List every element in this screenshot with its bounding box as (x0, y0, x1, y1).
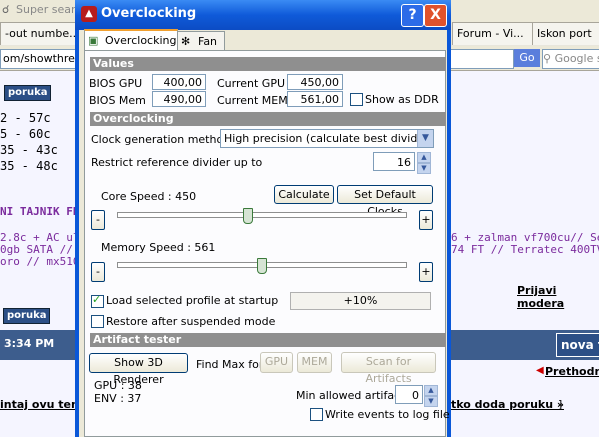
spin-up-icon[interactable]: ▲ (417, 152, 431, 163)
browser-tab[interactable]: Iskon port (532, 22, 599, 45)
arrow-left-icon: ◀ (536, 365, 544, 376)
temp-line: 35 - 43c (0, 143, 58, 157)
title-bar[interactable]: ▲ Overclocking ? X (75, 0, 451, 30)
min-allowed-label: Min allowed artifacts (296, 389, 411, 402)
min-allowed-field[interactable]: 0 (395, 385, 423, 404)
core-speed-slider-thumb[interactable] (242, 208, 253, 224)
current-gpu-field[interactable]: 450,00 (287, 74, 343, 90)
video-card-icon: ▣ (88, 34, 99, 47)
clock-method-select[interactable]: High precision (calculate best divider) … (220, 129, 434, 148)
new-topic-button[interactable]: nova t (556, 333, 599, 357)
reply-button[interactable]: poruka (3, 308, 51, 324)
current-gpu-label: Current GPU (217, 77, 286, 90)
memory-speed-slider-thumb[interactable] (257, 258, 267, 274)
memory-plus-button[interactable]: + (419, 262, 433, 282)
bracket: ] (558, 398, 563, 411)
signature-line: oro // mx510 (0, 255, 80, 268)
load-profile-label: Load selected profile at startup (106, 294, 279, 307)
env-artifact-count: ENV : 37 (94, 392, 142, 405)
restrict-spinner[interactable]: ▲ ▼ (417, 152, 431, 174)
close-button[interactable]: X (424, 4, 447, 27)
scan-artifacts-button[interactable]: Scan for Artifacts (341, 352, 436, 385)
write-events-checkbox[interactable] (310, 408, 323, 421)
bios-mem-field[interactable]: 490,00 (152, 91, 206, 107)
clock-method-value: High precision (calculate best divider) (224, 132, 433, 145)
memory-speed-label: Memory Speed : 561 (101, 241, 216, 254)
thread-link[interactable]: intaj ovu tem (0, 398, 82, 411)
reply-link[interactable]: tko doda poruku » (451, 398, 564, 411)
artifact-tester-header: Artifact tester (90, 333, 446, 347)
profile-percent-display: +10% (290, 292, 431, 310)
overclocking-header: Overclocking (90, 112, 446, 126)
spin-up-icon[interactable]: ▲ (424, 385, 438, 396)
bios-mem-label: BIOS Mem (89, 94, 146, 107)
dialog-title: Overclocking (101, 6, 197, 21)
browser-tab[interactable]: -out numbe... (0, 22, 80, 45)
current-mem-field[interactable]: 561,00 (287, 91, 343, 107)
find-max-label: Find Max for (196, 358, 264, 371)
core-speed-slider[interactable] (117, 212, 407, 218)
min-allowed-spinner[interactable]: ▲ ▼ (424, 385, 438, 407)
core-speed-label: Core Speed : 450 (101, 190, 197, 203)
show-3d-renderer-button[interactable]: Show 3D Renderer (89, 353, 188, 386)
load-profile-checkbox[interactable]: ✓ (91, 293, 104, 308)
core-plus-button[interactable]: + (419, 210, 433, 230)
temp-line: 2 - 57c (0, 111, 51, 125)
previous-link[interactable]: Prethodn (545, 365, 599, 378)
restrict-field[interactable]: 16 (373, 152, 415, 171)
tab-fan-label: Fan (198, 35, 218, 48)
signature-line: 74 FT // Terratec 400TV // (451, 243, 599, 256)
current-mem-label: Current MEM (217, 94, 288, 107)
spin-down-icon[interactable]: ▼ (417, 163, 431, 174)
overclocking-dialog: ▲ Overclocking ? X ▣ Overclocking ✻ Fan … (75, 0, 451, 437)
find-max-mem-button[interactable]: MEM (297, 352, 332, 373)
bios-gpu-field[interactable]: 400,00 (152, 74, 206, 90)
memory-minus-button[interactable]: - (91, 262, 105, 282)
temp-line: 5 - 60c (0, 127, 51, 141)
tab-fan[interactable]: ✻ Fan (177, 31, 225, 52)
show-ddr-label: Show as DDR (365, 93, 439, 106)
restrict-label: Restrict reference divider up to (91, 156, 263, 169)
dialog-body: ▣ Overclocking ✻ Fan Values BIOS GPU 400… (79, 29, 450, 437)
gpu-artifact-count: GPU : 38 (94, 379, 142, 392)
browser-tab[interactable]: Forum - Vi... (452, 22, 534, 45)
core-minus-button[interactable]: - (91, 210, 105, 230)
show-ddr-checkbox[interactable] (350, 93, 363, 106)
reply-button[interactable]: poruka (4, 85, 52, 101)
temp-line: 35 - 48c (0, 159, 58, 173)
write-events-label: Write events to log file (325, 408, 450, 421)
bios-gpu-label: BIOS GPU (89, 77, 143, 90)
spin-down-icon[interactable]: ▼ (424, 396, 438, 407)
post-time: 3:34 PM (4, 337, 55, 350)
google-search-input[interactable]: ⚲ Google s (542, 49, 599, 69)
clock-method-label: Clock generation method (91, 133, 231, 146)
calculate-button[interactable]: Calculate (274, 185, 334, 204)
tab-overclocking-label: Overclocking (105, 34, 177, 47)
app-icon: ▲ (81, 6, 97, 22)
report-moderator-link[interactable]: Prijavi modera (517, 284, 599, 310)
signature-line: NI TAJNIK FR (0, 205, 80, 218)
checkmark-icon: ✓ (92, 293, 102, 306)
search-icon: ☌ (2, 3, 10, 16)
google-search-placeholder: Google s (554, 52, 599, 65)
go-button[interactable]: Go (514, 49, 540, 67)
restore-checkbox[interactable] (91, 315, 104, 328)
find-max-gpu-button[interactable]: GPU (260, 352, 293, 373)
restore-label: Restore after suspended mode (106, 315, 276, 328)
chevron-down-icon[interactable]: ▼ (417, 130, 433, 147)
set-default-clocks-button[interactable]: Set Default Clocks (337, 185, 433, 218)
values-header: Values (90, 57, 446, 71)
fan-icon: ✻ (181, 35, 191, 48)
search-icon: ⚲ (543, 52, 552, 65)
help-button[interactable]: ? (401, 4, 424, 27)
